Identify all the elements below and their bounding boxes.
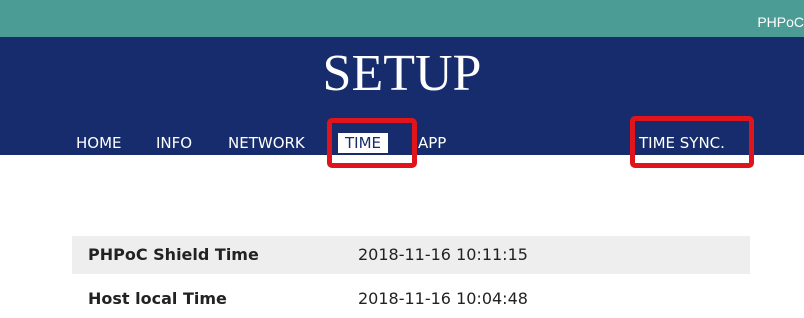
shield-time-value: 2018-11-16 10:11:15 [358, 245, 528, 264]
host-time-value: 2018-11-16 10:04:48 [358, 289, 528, 308]
brand-bar: PHPoC [0, 0, 804, 37]
nav-network[interactable]: NETWORK [228, 133, 305, 153]
shield-time-label: PHPoC Shield Time [88, 245, 259, 264]
host-time-label: Host local Time [88, 289, 227, 308]
nav-app[interactable]: APP [418, 133, 446, 153]
page-title: SETUP [322, 45, 482, 102]
nav-home[interactable]: HOME [76, 133, 122, 153]
table-row: PHPoC Shield Time 2018-11-16 10:11:15 [72, 236, 750, 274]
brand-name: PHPoC [757, 14, 804, 30]
table-row: Host local Time 2018-11-16 10:04:48 [72, 280, 750, 318]
time-sync-highlight [630, 116, 754, 168]
nav-info[interactable]: INFO [156, 133, 192, 153]
time-tab-highlight [327, 118, 417, 168]
